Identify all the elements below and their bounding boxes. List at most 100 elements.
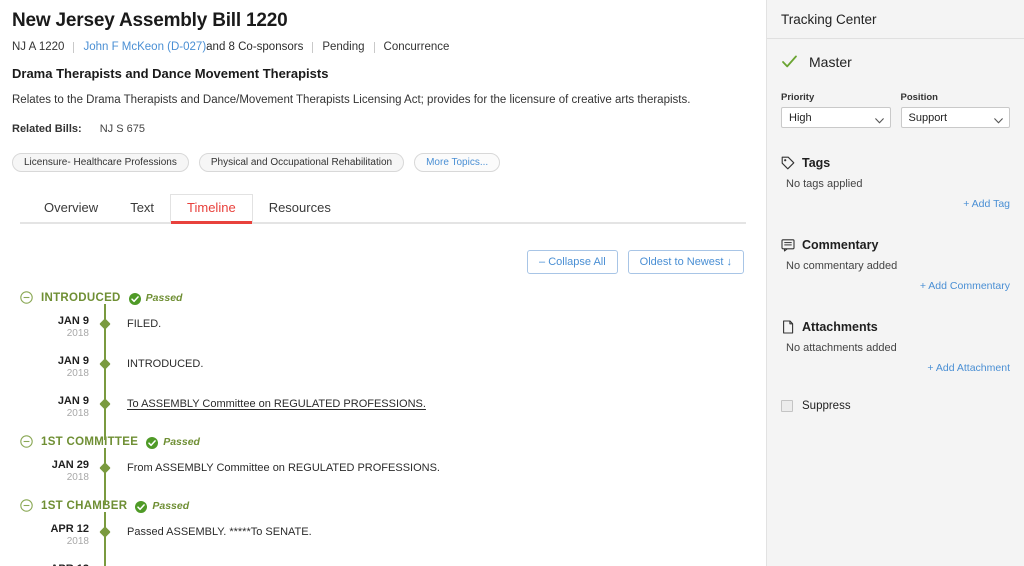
app-root: New Jersey Assembly Bill 1220 NJ A 1220 … [0,0,1024,566]
sort-order-button[interactable]: Oldest to Newest ↓ [628,250,744,274]
section-gap [781,298,1010,320]
related-bills-row: Related Bills: NJ S 675 [12,123,754,135]
check-circle-icon [135,500,147,512]
tags-title: Tags [802,156,830,170]
event-date-day: JAN 29 [20,459,89,471]
master-row[interactable]: Master [781,53,1010,70]
tags-header: Tags [781,156,1010,170]
position-label: Position [901,92,1011,103]
bill-stage: Concurrence [384,41,450,53]
tab-text[interactable]: Text [114,195,170,222]
event-date-day: APR 12 [20,563,89,566]
bill-subject: Drama Therapists and Dance Movement Ther… [12,66,754,81]
event-date: JAN 29 2018 [20,456,98,483]
status-badge-label: Passed [146,292,183,304]
tags-section: Tags No tags applied + Add Tag [781,156,1010,210]
checkmark-icon [781,53,798,70]
timeline-dot-icon [99,462,110,473]
event-text-link[interactable]: To SENATE Committee on COMMERCE. [112,560,328,566]
event-date-year: 2018 [20,328,89,339]
priority-value: High [789,112,812,124]
event-date-year: 2018 [20,408,89,419]
event-text: FILED. [112,312,161,331]
add-attachment-button[interactable]: + Add Attachment [781,362,1010,374]
event-date: APR 12 2018 [20,560,98,566]
timeline-event: APR 12 2018 Passed ASSEMBLY. *****To SEN… [20,520,754,560]
add-commentary-button[interactable]: + Add Commentary [781,280,1010,292]
bill-number: NJ A 1220 [12,41,64,53]
page-title: New Jersey Assembly Bill 1220 [12,10,754,32]
timeline-dot-icon [99,358,110,369]
sponsor-link[interactable]: John F McKeon (D-027) [83,41,206,53]
tab-timeline[interactable]: Timeline [170,194,253,222]
sidebar-body: Master Priority High Position Support [767,39,1024,412]
timeline-stage-label: 1ST COMMITTEE [41,436,138,448]
commentary-header: Commentary [781,238,1010,252]
timeline-controls: – Collapse All Oldest to Newest ↓ [12,250,744,274]
timeline-event: JAN 9 2018 INTRODUCED. [20,352,754,392]
check-circle-icon [129,292,141,304]
tab-bar: Overview Text Timeline Resources [20,194,746,224]
timeline-section-header[interactable]: 1ST COMMITTEE Passed [20,432,754,452]
tab-resources[interactable]: Resources [253,195,347,222]
chevron-down-icon [875,115,884,121]
event-date-year: 2018 [20,472,89,483]
add-tag-button[interactable]: + Add Tag [781,198,1010,210]
collapse-circle-icon[interactable] [20,435,33,448]
tags-empty-text: No tags applied [781,178,1010,190]
topic-pill[interactable]: Physical and Occupational Rehabilitation [199,153,404,172]
event-date-day: JAN 9 [20,355,89,367]
status-badge: Passed [135,500,189,512]
position-select[interactable]: Support [901,107,1011,128]
comment-icon [781,238,795,252]
priority-label: Priority [781,92,891,103]
bill-status: Pending [322,41,364,53]
sidebar-header: Tracking Center [767,0,1024,39]
timeline-rail [98,392,112,432]
event-date-year: 2018 [20,536,89,547]
cosponsors-text: and 8 Co-sponsors [206,41,303,53]
more-topics-button[interactable]: More Topics... [414,153,500,172]
timeline-rail [98,456,112,496]
timeline-event: APR 12 2018 To SENATE Committee on COMME… [20,560,754,566]
related-bills-value[interactable]: NJ S 675 [100,123,145,135]
event-date-day: JAN 9 [20,395,89,407]
check-circle-icon [146,436,158,448]
attachments-section: Attachments No attachments added + Add A… [781,320,1010,374]
bill-summary: Relates to the Drama Therapists and Danc… [12,93,754,109]
event-date-day: JAN 9 [20,315,89,327]
topic-pill[interactable]: Licensure- Healthcare Professions [12,153,189,172]
event-date-year: 2018 [20,368,89,379]
attachments-empty-text: No attachments added [781,342,1010,354]
related-bills-label: Related Bills: [12,123,82,135]
collapse-circle-icon[interactable] [20,499,33,512]
bill-meta-line: NJ A 1220 John F McKeon (D-027) and 8 Co… [12,41,754,53]
timeline-stage-label: 1ST CHAMBER [41,500,127,512]
timeline-event: JAN 9 2018 To ASSEMBLY Committee on REGU… [20,392,754,432]
event-date: JAN 9 2018 [20,392,98,419]
event-text: INTRODUCED. [112,352,203,371]
priority-select[interactable]: High [781,107,891,128]
event-text-link[interactable]: To ASSEMBLY Committee on REGULATED PROFE… [112,392,426,411]
timeline-section-header[interactable]: INTRODUCED Passed [20,288,754,308]
main-content: New Jersey Assembly Bill 1220 NJ A 1220 … [0,0,766,566]
collapse-all-button[interactable]: – Collapse All [527,250,618,274]
event-date-day: APR 12 [20,523,89,535]
event-text: From ASSEMBLY Committee on REGULATED PRO… [112,456,440,475]
attachments-header: Attachments [781,320,1010,334]
timeline-event: JAN 9 2018 FILED. [20,312,754,352]
suppress-checkbox[interactable] [781,400,793,412]
suppress-row[interactable]: Suppress [781,400,1010,412]
status-badge: Passed [146,436,200,448]
attachments-title: Attachments [802,320,878,334]
commentary-empty-text: No commentary added [781,260,1010,272]
tab-overview[interactable]: Overview [28,195,114,222]
position-group: Position Support [901,92,1011,128]
section-gap [781,216,1010,238]
status-badge-label: Passed [152,500,189,512]
collapse-circle-icon[interactable] [20,291,33,304]
timeline-dot-icon [99,398,110,409]
timeline-section-header[interactable]: 1ST CHAMBER Passed [20,496,754,516]
timeline-event: JAN 29 2018 From ASSEMBLY Committee on R… [20,456,754,496]
document-icon [781,320,795,334]
